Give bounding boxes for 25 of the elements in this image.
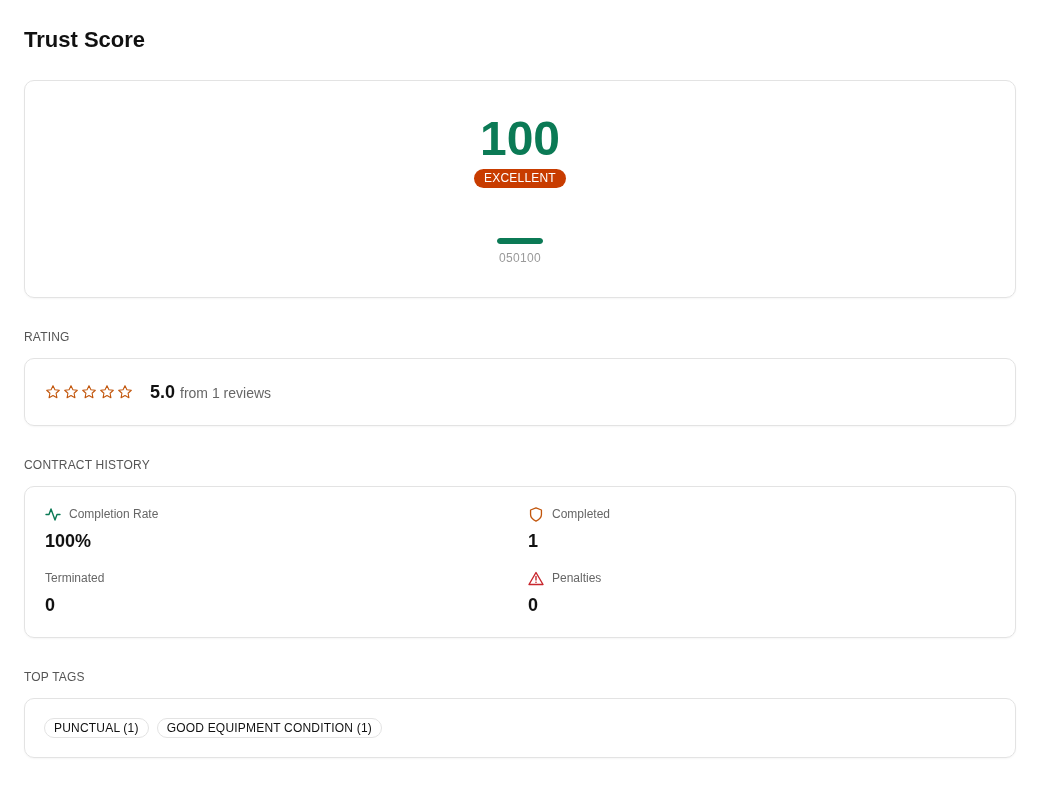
warning-icon (528, 570, 544, 586)
score-value: 100 (479, 111, 561, 167)
metric-value: 0 (45, 594, 55, 617)
metric-label: Completed (552, 506, 611, 522)
gauge-scale-labels: 050100 (499, 251, 541, 265)
activity-icon (45, 506, 61, 522)
star-icon (117, 384, 133, 400)
metric-label: Terminated (45, 570, 105, 586)
shield-icon (528, 506, 544, 522)
rating-badge: EXCELLENT (474, 169, 566, 188)
metric-value: 0 (528, 594, 538, 617)
section-heading: CONTRACT HISTORY (24, 457, 150, 473)
star-icon (45, 384, 61, 400)
star-icon (81, 384, 97, 400)
metric-label: Completion Rate (69, 506, 159, 522)
section-heading: RATING (24, 329, 70, 345)
metric-value: 100% (45, 530, 92, 553)
section-heading: TOP TAGS (24, 669, 85, 685)
metric-label: Penalties (552, 570, 602, 586)
review-count: from 1 reviews (180, 384, 272, 401)
star-icon (99, 384, 115, 400)
star-icon (63, 384, 79, 400)
page-title: Trust Score (24, 26, 146, 54)
metric-value: 1 (528, 530, 538, 553)
rating-value: 5.0 (150, 381, 176, 403)
